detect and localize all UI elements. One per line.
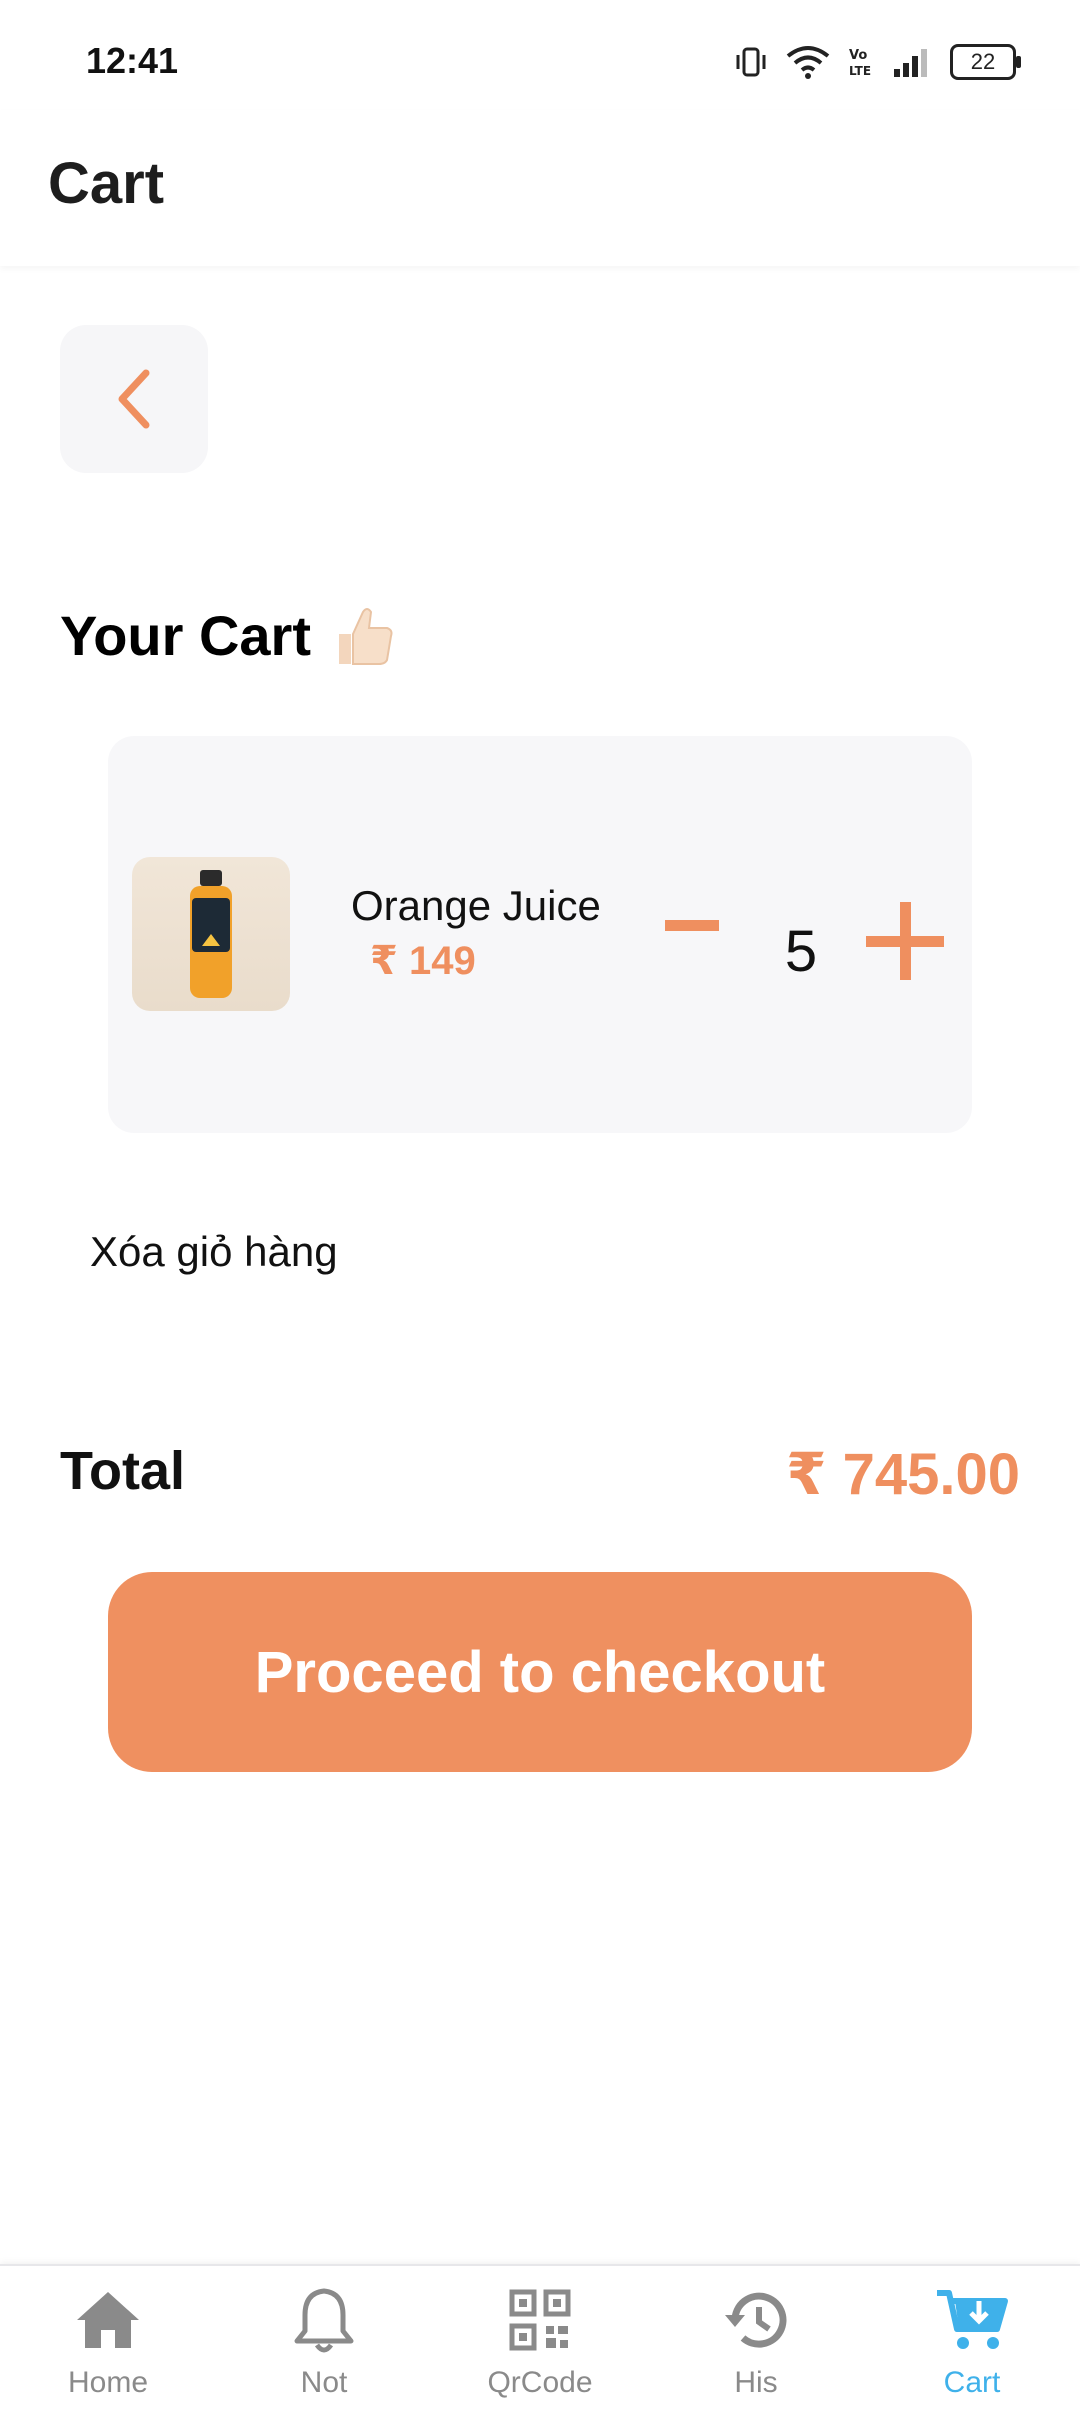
product-price: ₹ 149 [370,939,476,983]
nav-item-notifications[interactable]: Not [216,2280,432,2412]
bell-icon [294,2288,354,2353]
vibrate-icon [736,47,766,77]
checkout-button-label: Proceed to checkout [254,1639,826,1705]
quantity-value: 5 [784,919,818,984]
nav-label-notifications: Not [300,2366,348,2399]
home-icon [77,2292,139,2348]
nav-item-qrcode[interactable]: QrCode [432,2280,648,2412]
section-title: Your Cart [60,600,399,670]
section-title-text: Your Cart [60,603,311,667]
quantity-decrease-button[interactable] [664,900,720,950]
minus-icon [665,919,719,931]
svg-text:Vo: Vo [849,48,867,63]
product-image [132,857,290,1011]
nav-item-cart[interactable]: Cart [864,2280,1080,2412]
orange-juice-bottle-icon [190,870,232,998]
qrcode-icon [509,2289,571,2351]
status-time: 12:41 [86,40,179,81]
battery-level: 22 [970,49,996,74]
status-icons: Vo LTE 22 [734,40,1021,84]
nav-label-qrcode: QrCode [487,2366,593,2399]
nav-item-home[interactable]: Home [0,2280,216,2412]
cart-icon [937,2290,1008,2349]
nav-item-history[interactable]: His [648,2280,864,2412]
battery-icon: 22 [950,44,1021,80]
quantity-increase-button[interactable] [866,902,944,980]
thumbs-up-icon [339,608,393,665]
page-title: Cart [48,151,165,216]
total-value: ₹ 745.00 [786,1442,1020,1507]
clear-cart-button[interactable]: Xóa giỏ hàng [90,1228,338,1276]
volte-icon: Vo LTE [849,48,871,78]
nav-label-history: His [734,2366,778,2399]
signal-icon [894,49,927,77]
svg-text:LTE: LTE [849,64,871,78]
history-icon [725,2292,787,2348]
wifi-icon [786,46,830,79]
total-label: Total [60,1441,185,1501]
nav-label-home: Home [67,2366,149,2399]
chevron-left-icon [118,369,150,429]
product-name: Orange Juice [351,882,601,929]
nav-label-cart: Cart [943,2366,1001,2399]
checkout-button[interactable]: Proceed to checkout [108,1572,972,1772]
back-button[interactable] [60,325,208,473]
